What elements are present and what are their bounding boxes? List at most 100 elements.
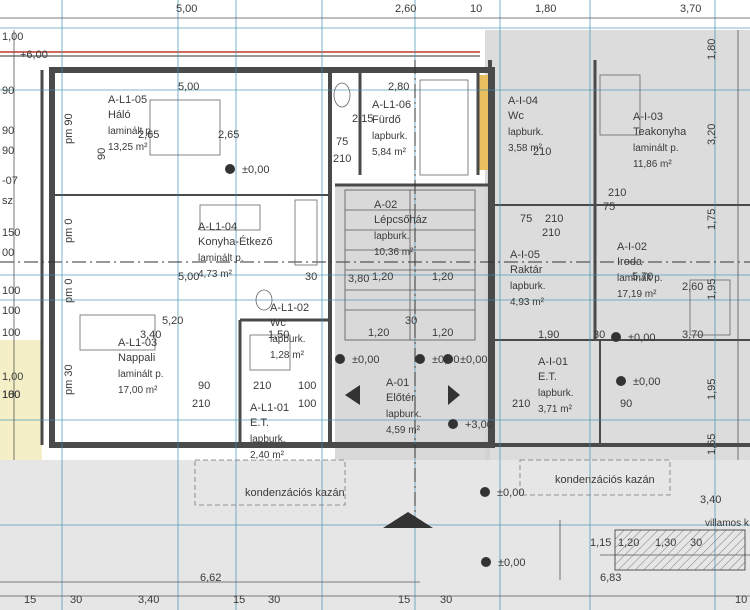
pm-label: pm 30 (63, 364, 75, 395)
left-dim-label: 100 (2, 305, 20, 317)
room-finish-label: laminált p. (617, 273, 663, 284)
room-finish-label: lapburk. (508, 127, 544, 138)
bottom-dim-label: 1,20 (618, 537, 639, 549)
top-dim-label: 3,70 (680, 3, 701, 15)
room-id-label: A-L1-04 (198, 221, 237, 233)
room-finish-label: lapburk. (374, 231, 410, 242)
room-name-label: Nappali (118, 352, 155, 364)
neighbour-shade-top (0, 0, 750, 28)
bottom-dim-label: 1,30 (655, 537, 676, 549)
top-dim-label: 1,80 (535, 3, 556, 15)
level-marker-symbol (480, 487, 490, 497)
left-dim-label: -07 (2, 175, 18, 187)
bathtub (419, 79, 469, 176)
room-finish-label: laminált p. (118, 369, 164, 380)
room-finish-label: lapburk. (270, 334, 306, 345)
interior-dim-label: 90 (620, 398, 632, 410)
boiler-label: villamos k (705, 518, 750, 529)
room-area-label: 3,71 m² (538, 404, 573, 415)
interior-dim-label: 30 (593, 329, 605, 341)
bottom-dim-label: 30 (268, 594, 280, 606)
room-name-label: Lépcsőház (374, 214, 427, 226)
right-dim-label: 3,20 (706, 124, 718, 145)
bottom-dim-label: 3,40 (138, 594, 159, 606)
room-id-label: A-L1-05 (108, 94, 147, 106)
interior-dim-label: 90 (198, 380, 210, 392)
room-name-label: Fürdő (372, 114, 401, 126)
room-id-label: A-L1-01 (250, 402, 289, 414)
interior-dim-label: 100 (298, 380, 316, 392)
level-marker-symbol (611, 332, 621, 342)
left-dim-label: 90 (2, 125, 14, 137)
level-value: ±0,00 (432, 354, 459, 366)
room-area-label: 4,73 m² (198, 269, 233, 280)
room-id-label: A-L1-02 (270, 302, 309, 314)
interior-dim-label: 1,20 (372, 271, 393, 283)
top-dim-label: 5,00 (176, 3, 197, 15)
room-area-label: 2,40 m² (250, 450, 285, 461)
interior-dim-label: 100 (298, 398, 316, 410)
right-dim-label: 1,95 (706, 279, 718, 300)
room-name-label: Wc (508, 110, 524, 122)
level-value: ±0,00 (352, 354, 379, 366)
room-area-label: 4,59 m² (386, 425, 421, 436)
orange-strip (479, 75, 489, 170)
pm-label: pm 0 (63, 219, 75, 243)
left-dim-label: +6,00 (20, 49, 48, 61)
level-marker-symbol (481, 557, 491, 567)
interior-dim-label: 2,60 (682, 281, 703, 293)
room-area-label: 10,36 m² (374, 247, 414, 258)
room-name-label: Háló (108, 109, 131, 121)
interior-dim-label: 1,20 (432, 327, 453, 339)
interior-dim-label: 210 (512, 398, 530, 410)
interior-dim-label: 75 (336, 136, 348, 148)
top-dim-label: 10 (470, 3, 482, 15)
room-area-label: 17,19 m² (617, 289, 657, 300)
level-value: ±0,00 (242, 164, 269, 176)
interior-dim-label: 210 (253, 380, 271, 392)
room-id-label: A-I-03 (633, 111, 663, 123)
level-value: +3,00 (465, 419, 493, 431)
room-area-label: 13,25 m² (108, 142, 148, 153)
left-dim-label: 90 (2, 85, 14, 97)
room-finish-label: lapburk. (372, 131, 408, 142)
boiler-label: kondenzációs kazán (245, 487, 345, 499)
room-name-label: E.T. (250, 417, 269, 429)
bottom-dim-label: 15 (233, 594, 245, 606)
interior-dim-label: 1,20 (432, 271, 453, 283)
level-value: ±0,00 (460, 354, 487, 366)
interior-dim-label: 30 (305, 271, 317, 283)
right-dim-label: 1,75 (706, 209, 718, 230)
right-dim-label: 1,95 (706, 379, 718, 400)
room-finish-label: lapburk. (510, 281, 546, 292)
left-dim-label: 90 (2, 145, 14, 157)
room-area-label: 3,58 m² (508, 143, 543, 154)
room-area-label: 1,28 m² (270, 350, 305, 361)
room-finish-label: lapburk. (250, 434, 286, 445)
bottom-dim-label: 3,40 (700, 494, 721, 506)
interior-dim-label: 210 (542, 227, 560, 239)
interior-dim-label: 3,80 (348, 273, 369, 285)
interior-dim-label: 75 (520, 213, 532, 225)
interior-dim-label: 210 (608, 187, 626, 199)
pm-label: pm 90 (63, 113, 75, 144)
level-marker-symbol (616, 376, 626, 386)
hatched-wall (614, 529, 746, 571)
room-finish-label: laminált p. (108, 126, 154, 137)
room-name-label: Teakonyha (633, 126, 687, 138)
bed (149, 99, 221, 156)
bottom-dim-label: 30 (70, 594, 82, 606)
room-finish-label: laminált p. (198, 253, 244, 264)
room-id-label: A-02 (374, 199, 397, 211)
level-marker-symbol (335, 354, 345, 364)
level-value: ±0,00 (633, 376, 660, 388)
interior-dim-label: 2,65 (218, 129, 239, 141)
left-dim-label: 00 (2, 247, 14, 259)
interior-dim-label: 210 (333, 153, 351, 165)
pm-label: pm 0 (63, 279, 75, 303)
room-name-label: Iroda (617, 256, 643, 268)
left-dim-label: 100 (2, 285, 20, 297)
room-area-label: 17,00 m² (118, 385, 158, 396)
interior-dim-label: 5,20 (162, 315, 183, 327)
bottom-dim-label: 1,15 (590, 537, 611, 549)
